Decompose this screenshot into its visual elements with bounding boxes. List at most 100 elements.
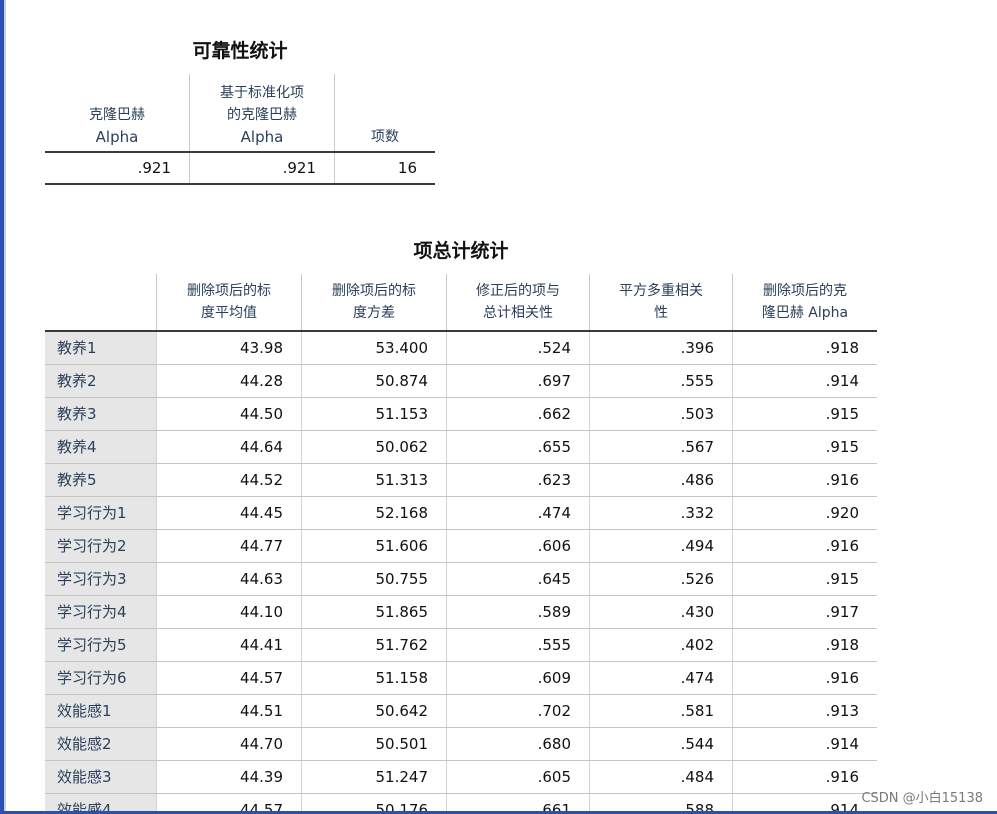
table-cell: .430	[680, 602, 714, 621]
table-row: 效能感3 44.39 51.247 .605 .484 .916	[45, 760, 877, 794]
table-cell: 52.168	[375, 503, 429, 522]
item-total-table: 删除项后的标 度平均值 删除项后的标 度方差 修正后的项与 总计相关性 平方多重…	[45, 274, 877, 814]
row-label: 学习行为2	[45, 529, 156, 562]
table-cell: 44.10	[240, 602, 283, 621]
header-line: Alpha	[240, 128, 284, 146]
table-cell: 51.865	[375, 602, 429, 621]
header-rule	[45, 151, 435, 153]
table-row: 教养4 44.64 50.062 .655 .567 .915	[45, 430, 877, 464]
table-cell: 44.77	[240, 536, 283, 555]
table-cell: 50.642	[375, 701, 429, 720]
table-cell: .474	[537, 503, 571, 522]
table-cell: 50.874	[375, 371, 429, 390]
row-label: 效能感1	[45, 694, 156, 727]
header-item-count: 项数	[335, 74, 435, 152]
header-line: 项数	[371, 129, 399, 145]
header-squared-multiple-correlation: 平方多重相关 性	[619, 283, 703, 321]
watermark: CSDN @小白15138	[861, 791, 983, 806]
row-label: 教养3	[45, 397, 156, 430]
header-line: 克隆巴赫	[89, 107, 145, 123]
table-cell: .589	[537, 602, 571, 621]
table-cell: .917	[825, 602, 859, 621]
table-row: 教养5 44.52 51.313 .623 .486 .916	[45, 463, 877, 497]
table-cell: .581	[680, 701, 714, 720]
table-cell: .915	[825, 437, 859, 456]
row-label: 效能感3	[45, 760, 156, 793]
header-scale-mean: 删除项后的标 度平均值	[187, 283, 271, 321]
table-cell: 51.762	[375, 635, 429, 654]
table-row: 学习行为6 44.57 51.158 .609 .474 .916	[45, 661, 877, 695]
header-cronbach-alpha: 克隆巴赫 Alpha	[45, 74, 189, 152]
table-cell: .916	[825, 668, 859, 687]
table-cell: .486	[680, 470, 714, 489]
table-cell: 51.606	[375, 536, 429, 555]
header-corrected-correlation: 修正后的项与 总计相关性	[476, 283, 560, 321]
row-label: 学习行为5	[45, 628, 156, 661]
table-cell: .645	[537, 569, 571, 588]
bottom-rule	[45, 183, 435, 185]
item-total-body: 教养1 43.98 53.400 .524 .396 .918 教养2 44.28 50.874…	[45, 331, 877, 814]
table-cell: .697	[537, 371, 571, 390]
table-cell: .915	[825, 569, 859, 588]
table-cell: 44.28	[240, 371, 283, 390]
row-label: 教养5	[45, 463, 156, 496]
window-left-border-inner	[4, 0, 6, 814]
row-label: 教养4	[45, 430, 156, 463]
table-cell: 44.63	[240, 569, 283, 588]
header-line: Alpha	[95, 128, 139, 146]
table-cell: 44.70	[240, 734, 283, 753]
table-cell: .544	[680, 734, 714, 753]
table-cell: 44.57	[240, 668, 283, 687]
value-cronbach-alpha: .921	[137, 159, 171, 177]
table-cell: .914	[825, 371, 859, 390]
table-row: 效能感2 44.70 50.501 .680 .544 .914	[45, 727, 877, 761]
table-cell: .332	[680, 503, 714, 522]
table-cell: .494	[680, 536, 714, 555]
table-cell: 43.98	[240, 338, 283, 357]
table-cell: 44.50	[240, 404, 283, 423]
table-cell: .606	[537, 536, 571, 555]
table-cell: 50.501	[375, 734, 429, 753]
table-cell: .916	[825, 470, 859, 489]
value-item-count: 16	[397, 159, 417, 177]
reliability-title: 可靠性统计	[192, 40, 288, 62]
table-cell: 44.64	[240, 437, 283, 456]
table-cell: .609	[537, 668, 571, 687]
table-row: 学习行为1 44.45 52.168 .474 .332 .920	[45, 496, 877, 530]
table-cell: .920	[825, 503, 859, 522]
table-row: 效能感1 44.51 50.642 .702 .581 .913	[45, 694, 877, 728]
table-cell: 53.400	[375, 338, 429, 357]
header-scale-variance: 删除项后的标 度方差	[332, 283, 416, 321]
table-cell: .918	[825, 338, 859, 357]
table-cell: .484	[680, 767, 714, 786]
table-cell: .916	[825, 536, 859, 555]
header-line: 基于标准化项	[220, 85, 304, 101]
table-cell: .680	[537, 734, 571, 753]
table-row: 学习行为2 44.77 51.606 .606 .494 .916	[45, 529, 877, 563]
reliability-table: 克隆巴赫 Alpha 基于标准化项 的克隆巴赫 Alpha 项数 .921 .9…	[45, 74, 435, 185]
table-row: 学习行为5 44.41 51.762 .555 .402 .918	[45, 628, 877, 662]
table-cell: 51.313	[375, 470, 429, 489]
table-cell: .623	[537, 470, 571, 489]
table-cell: .555	[680, 371, 714, 390]
table-row: 学习行为4 44.10 51.865 .589 .430 .917	[45, 595, 877, 629]
table-cell: .914	[825, 734, 859, 753]
table-cell: 44.51	[240, 701, 283, 720]
table-cell: .396	[680, 338, 714, 357]
item-total-title: 项总计统计	[413, 240, 509, 262]
table-cell: 50.755	[375, 569, 429, 588]
table-cell: 51.158	[375, 668, 429, 687]
table-cell: .662	[537, 404, 571, 423]
row-label: 学习行为3	[45, 562, 156, 595]
table-cell: .555	[537, 635, 571, 654]
table-cell: .503	[680, 404, 714, 423]
table-row: 学习行为3 44.63 50.755 .645 .526 .915	[45, 562, 877, 596]
table-row: 教养3 44.50 51.153 .662 .503 .915	[45, 397, 877, 431]
table-cell: .474	[680, 668, 714, 687]
table-cell: .915	[825, 404, 859, 423]
row-label: 学习行为4	[45, 595, 156, 628]
table-cell: .702	[537, 701, 571, 720]
table-cell: 44.45	[240, 503, 283, 522]
header-alpha-if-deleted: 删除项后的克 隆巴赫 Alpha	[761, 283, 849, 321]
table-cell: 50.062	[375, 437, 429, 456]
